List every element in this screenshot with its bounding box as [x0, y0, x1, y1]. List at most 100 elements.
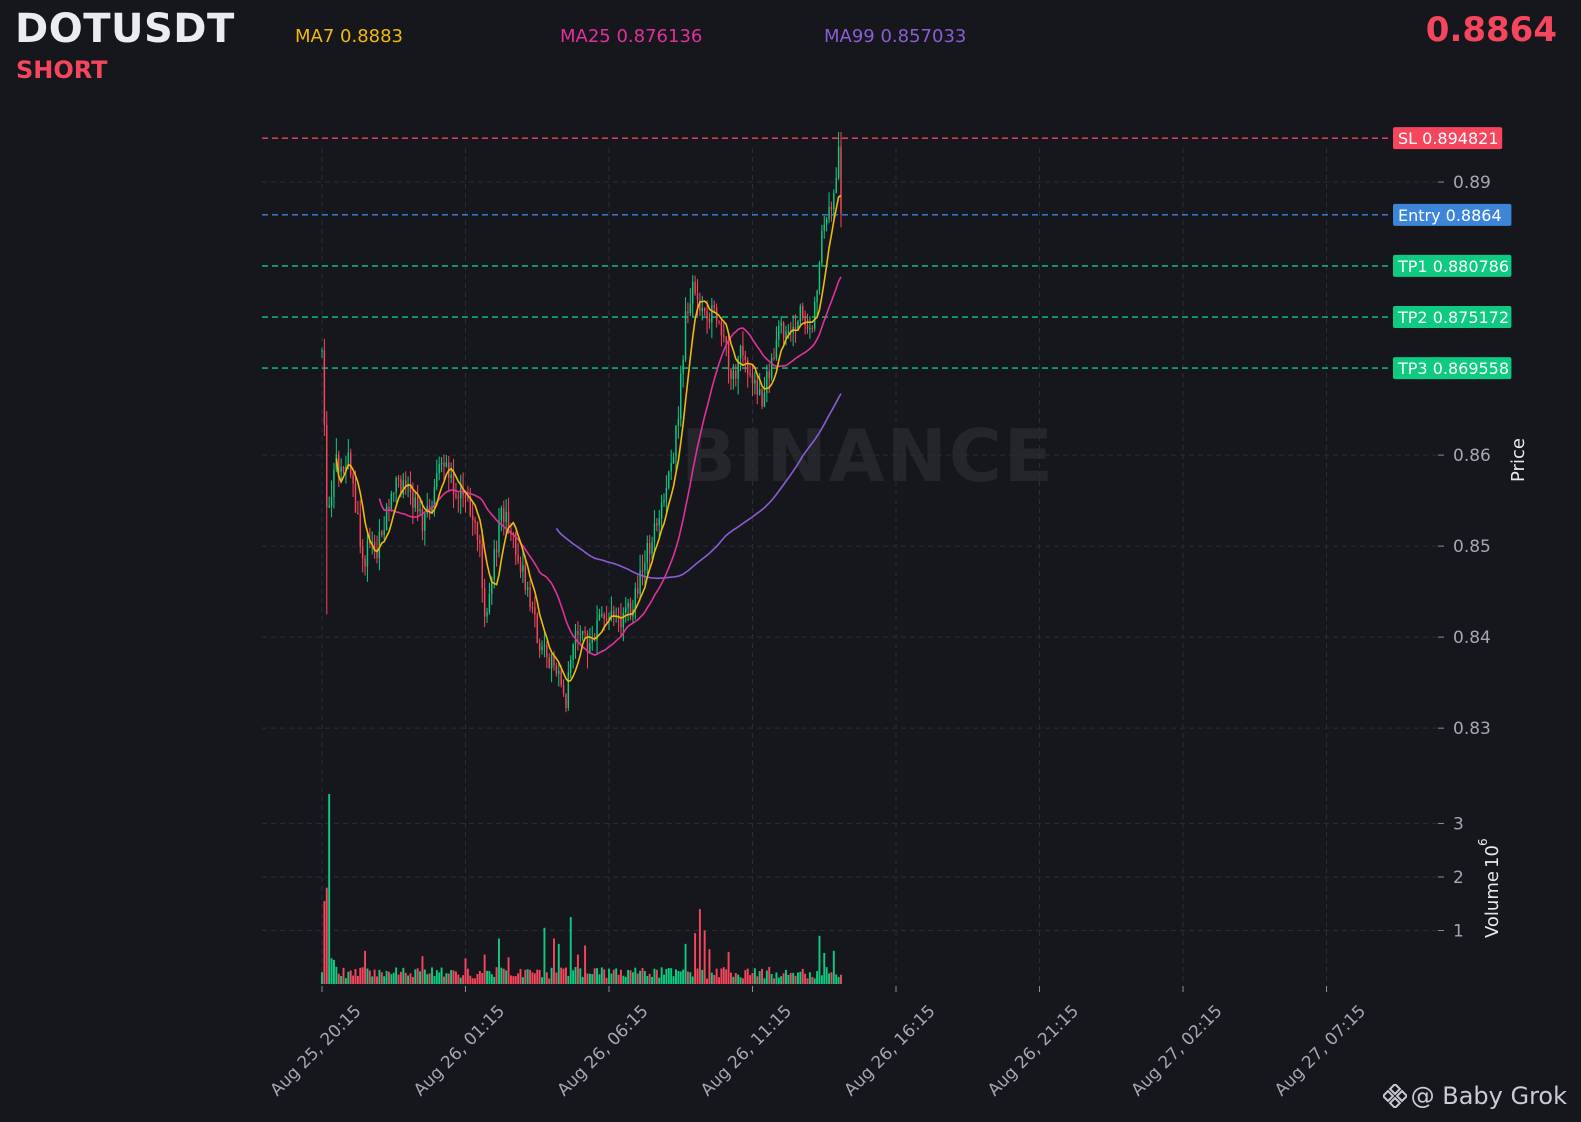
volume-bar: [792, 972, 795, 984]
candle-body: [383, 530, 385, 535]
time-tick-label: Aug 26, 21:15: [984, 1001, 1083, 1100]
volume-unit-label: 10: [1482, 845, 1503, 868]
volume-bar: [825, 967, 828, 984]
volume-bar: [808, 972, 811, 984]
time-tick-label: Aug 25, 20:15: [267, 1001, 366, 1100]
volume-bar: [818, 935, 821, 984]
volume-bar: [612, 969, 615, 984]
volume-bar: [689, 972, 692, 984]
candle-body: [653, 523, 656, 543]
candle-body: [694, 281, 696, 294]
candle-body: [813, 301, 816, 329]
time-tick-label: Aug 27, 07:15: [1271, 1001, 1370, 1100]
volume-bar: [407, 975, 410, 984]
candle-body: [830, 206, 833, 210]
volume-bar: [811, 976, 814, 984]
volume-bar: [730, 972, 732, 984]
candle-body: [342, 466, 345, 472]
level-tag-text-entry: Entry 0.8864: [1398, 206, 1502, 225]
candle-body: [414, 497, 416, 508]
volume-bar: [584, 945, 587, 984]
candle-body: [541, 646, 543, 651]
volume-bar: [610, 973, 613, 984]
candle-body: [471, 515, 474, 521]
candle-body: [677, 418, 680, 426]
volume-bar: [694, 933, 697, 984]
candle-body: [684, 311, 687, 360]
candle-body: [352, 475, 354, 484]
volume-bar: [411, 976, 414, 984]
volume-bar: [373, 969, 376, 984]
volume-bar: [588, 973, 591, 984]
candle-body: [359, 514, 361, 548]
level-tag-text-tp3: TP3 0.869558: [1397, 359, 1509, 378]
candle-body: [622, 612, 625, 628]
volume-bar: [739, 977, 742, 984]
candle-body: [706, 311, 708, 319]
volume-bar: [421, 956, 424, 984]
candle-body: [749, 373, 751, 376]
candle-body: [459, 488, 462, 499]
time-tick-label: Aug 26, 11:15: [697, 1001, 796, 1100]
candle-body: [605, 618, 608, 621]
volume-bar: [746, 968, 749, 984]
candle-body: [591, 639, 593, 644]
candle-body: [321, 350, 323, 352]
volume-bar: [572, 970, 575, 984]
volume-bar: [615, 968, 618, 984]
volume-bar: [567, 975, 570, 984]
candle-body: [751, 375, 754, 384]
candle-body: [701, 308, 703, 312]
volume-bar: [763, 978, 766, 984]
volume-bar: [548, 978, 551, 984]
volume-bar: [816, 971, 819, 984]
candle-body: [450, 474, 452, 478]
volume-bar: [502, 968, 505, 984]
volume-bar: [562, 968, 565, 984]
candle-body: [543, 645, 546, 647]
candle-body: [474, 520, 476, 523]
volume-bar: [397, 974, 400, 984]
volume-bar: [761, 968, 764, 984]
candle-body: [330, 496, 333, 506]
candle-body: [522, 565, 524, 572]
volume-bar: [732, 976, 735, 984]
candle-body: [436, 473, 438, 487]
volume-bar: [344, 978, 347, 984]
volume-bar: [751, 972, 754, 984]
candle-body: [424, 513, 426, 531]
volume-bar: [789, 972, 792, 984]
volume-bar: [617, 974, 620, 984]
candle-body: [761, 389, 763, 407]
volume-bar: [596, 968, 598, 984]
volume-bar: [718, 977, 720, 984]
volume-bar: [359, 967, 362, 984]
volume-bar: [462, 975, 465, 984]
volume-bar: [608, 968, 610, 984]
volume-bar: [627, 969, 630, 984]
volume-unit-exponent: 6: [1476, 838, 1490, 846]
volume-bar: [478, 970, 481, 984]
volume-bar: [543, 927, 546, 984]
time-tick-label: Aug 26, 06:15: [554, 1001, 653, 1100]
volume-bar: [703, 930, 706, 984]
volume-bar: [464, 958, 467, 984]
volume-bar: [557, 943, 560, 984]
volume-bar: [368, 970, 371, 984]
volume-bar: [404, 972, 407, 984]
volume-bar: [775, 972, 778, 984]
volume-bar: [670, 968, 673, 984]
volume-bar: [340, 976, 343, 984]
volume-bar: [768, 966, 771, 984]
candle-body: [486, 612, 488, 617]
volume-bar: [591, 974, 594, 984]
candle-body: [766, 371, 768, 393]
volume-bar: [684, 943, 687, 984]
volume-bar: [354, 969, 357, 984]
volume-bar: [390, 974, 393, 984]
volume-bar: [749, 975, 752, 984]
candle-body: [775, 339, 778, 359]
candle-body: [739, 346, 742, 359]
volume-bar: [486, 970, 488, 984]
volume-axis-label: Volume: [1482, 871, 1503, 938]
